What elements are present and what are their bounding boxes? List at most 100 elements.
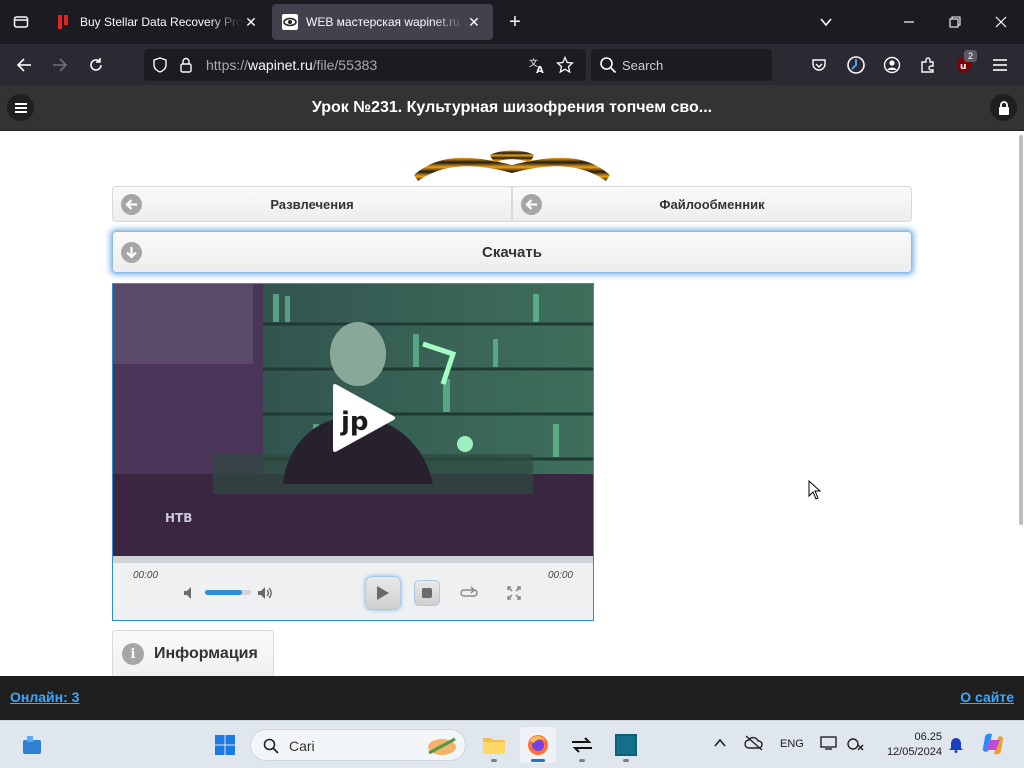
progress-bar[interactable] bbox=[113, 556, 593, 563]
url-path: /file/55383 bbox=[312, 57, 378, 73]
search-placeholder: Search bbox=[622, 58, 664, 73]
address-bar[interactable]: https://wapinet.ru/file/55383 文A bbox=[144, 49, 586, 81]
notifications-button[interactable] bbox=[948, 735, 964, 756]
ublock-button[interactable]: u 2 bbox=[949, 50, 979, 80]
volume-slider[interactable] bbox=[205, 590, 251, 595]
wapinet-favicon bbox=[282, 14, 298, 30]
stop-button[interactable] bbox=[414, 580, 440, 606]
online-count-link[interactable]: Онлайн: 3 bbox=[10, 689, 79, 705]
volume-level bbox=[205, 590, 242, 595]
display-button[interactable] bbox=[820, 735, 838, 754]
close-window-button[interactable] bbox=[986, 8, 1016, 36]
translate-icon[interactable]: 文A bbox=[527, 55, 547, 75]
tab-stellar[interactable]: Buy Stellar Data Recovery Profe ✕ bbox=[46, 4, 270, 40]
video-player: НТВ jp 00:00 00:00 bbox=[112, 283, 594, 621]
taskbar-app[interactable] bbox=[608, 727, 644, 763]
sync-button[interactable] bbox=[841, 50, 871, 80]
running-indicator bbox=[579, 759, 585, 762]
video-play-overlay[interactable]: jp bbox=[331, 384, 395, 452]
navigation-toolbar: https://wapinet.ru/file/55383 文A Search … bbox=[0, 44, 1024, 85]
tab-wapinet[interactable]: WEB мастерская wapinet.ru - У ✕ bbox=[272, 4, 493, 40]
copilot-button[interactable] bbox=[980, 731, 1006, 760]
extensions-button[interactable] bbox=[913, 50, 943, 80]
wifi-icon bbox=[847, 738, 864, 751]
account-icon bbox=[883, 56, 901, 74]
forward-button[interactable] bbox=[45, 50, 75, 80]
cloud-off-icon bbox=[744, 735, 763, 751]
tab-list-button[interactable] bbox=[6, 8, 36, 36]
new-tab-button[interactable]: + bbox=[500, 8, 530, 36]
play-icon: jp bbox=[333, 384, 395, 452]
start-button[interactable] bbox=[207, 727, 243, 763]
maximize-icon bbox=[949, 16, 961, 28]
taskbar-search-box[interactable]: Cari bbox=[250, 729, 466, 761]
repeat-icon bbox=[460, 586, 478, 597]
download-label: Скачать bbox=[482, 243, 542, 261]
close-icon[interactable]: ✕ bbox=[465, 13, 483, 31]
fullscreen-icon bbox=[507, 586, 521, 600]
lock-icon[interactable] bbox=[176, 55, 196, 75]
widgets-icon bbox=[23, 736, 41, 754]
widgets-button[interactable] bbox=[14, 727, 50, 763]
nav-entertainment-button[interactable]: Развлечения bbox=[112, 186, 512, 222]
pocket-button[interactable] bbox=[804, 50, 834, 80]
page-scrollbar[interactable] bbox=[1018, 131, 1024, 676]
about-link[interactable]: О сайте bbox=[960, 689, 1014, 705]
search-icon bbox=[600, 57, 617, 74]
mute-button[interactable] bbox=[181, 584, 199, 602]
site-login-button[interactable] bbox=[990, 94, 1017, 121]
channel-logo: НТВ bbox=[165, 511, 192, 525]
search-bar[interactable]: Search bbox=[591, 49, 772, 81]
volume-max-button[interactable] bbox=[256, 584, 276, 602]
hamburger-menu-icon bbox=[993, 59, 1007, 71]
new-tab-icon: + bbox=[509, 10, 521, 33]
scrollbar-thumb[interactable] bbox=[1019, 135, 1023, 525]
windows-taskbar: Cari ENG 06.25 12/05/2024 bbox=[0, 720, 1024, 768]
shield-icon[interactable] bbox=[150, 55, 170, 75]
maximize-button[interactable] bbox=[940, 8, 970, 36]
extension-badge: 2 bbox=[964, 50, 977, 62]
lock-icon bbox=[998, 100, 1009, 115]
page-viewport: Урок №231. Культурная шизофрения топчем … bbox=[0, 85, 1024, 720]
copilot-icon bbox=[982, 733, 1004, 755]
download-button[interactable]: Скачать bbox=[112, 231, 912, 273]
tab-title: WEB мастерская wapinet.ru - У bbox=[306, 15, 465, 29]
star-icon[interactable] bbox=[555, 55, 575, 75]
account-button[interactable] bbox=[877, 50, 907, 80]
network-button[interactable] bbox=[744, 735, 764, 754]
site-header: Урок №231. Культурная шизофрения топчем … bbox=[0, 85, 1024, 131]
wifi-button[interactable] bbox=[846, 735, 864, 754]
taskbar-file-explorer[interactable] bbox=[476, 727, 512, 763]
reload-button[interactable] bbox=[81, 50, 111, 80]
remote-icon bbox=[572, 737, 592, 753]
show-hidden-icons-button[interactable] bbox=[713, 736, 727, 753]
st-george-ribbon-logo[interactable] bbox=[410, 147, 614, 183]
close-icon[interactable]: ✕ bbox=[242, 13, 260, 31]
mouse-cursor-icon bbox=[808, 480, 822, 500]
info-tab-label: Информация bbox=[154, 645, 258, 662]
fullscreen-button[interactable] bbox=[505, 584, 523, 602]
minimize-button[interactable] bbox=[894, 8, 924, 36]
svg-text:u: u bbox=[960, 62, 966, 72]
url-text: https://wapinet.ru/file/55383 bbox=[206, 57, 377, 73]
video-frame[interactable]: НТВ jp bbox=[113, 284, 593, 556]
repeat-button[interactable] bbox=[458, 584, 480, 602]
nav-fileshare-button[interactable]: Файлообменник bbox=[512, 186, 912, 222]
play-icon bbox=[377, 586, 389, 600]
stellar-favicon bbox=[58, 15, 68, 29]
forward-arrow-icon bbox=[53, 58, 68, 72]
app-menu-button[interactable] bbox=[985, 50, 1015, 80]
site-footer: Онлайн: 3 О сайте bbox=[0, 676, 1024, 720]
volume-max-icon bbox=[258, 587, 272, 599]
language-indicator[interactable]: ENG bbox=[780, 738, 804, 750]
back-button[interactable] bbox=[9, 50, 39, 80]
taskbar-remote-app[interactable] bbox=[564, 727, 600, 763]
play-button[interactable] bbox=[365, 576, 401, 610]
info-tab[interactable]: i Информация bbox=[112, 630, 274, 678]
list-all-tabs-button[interactable] bbox=[811, 8, 841, 36]
clock-date: 12/05/2024 bbox=[886, 746, 942, 758]
taskbar-firefox[interactable] bbox=[520, 727, 556, 763]
app-icon bbox=[615, 734, 637, 756]
info-icon: i bbox=[122, 643, 144, 665]
clock[interactable]: 06.25 12/05/2024 bbox=[880, 730, 942, 760]
